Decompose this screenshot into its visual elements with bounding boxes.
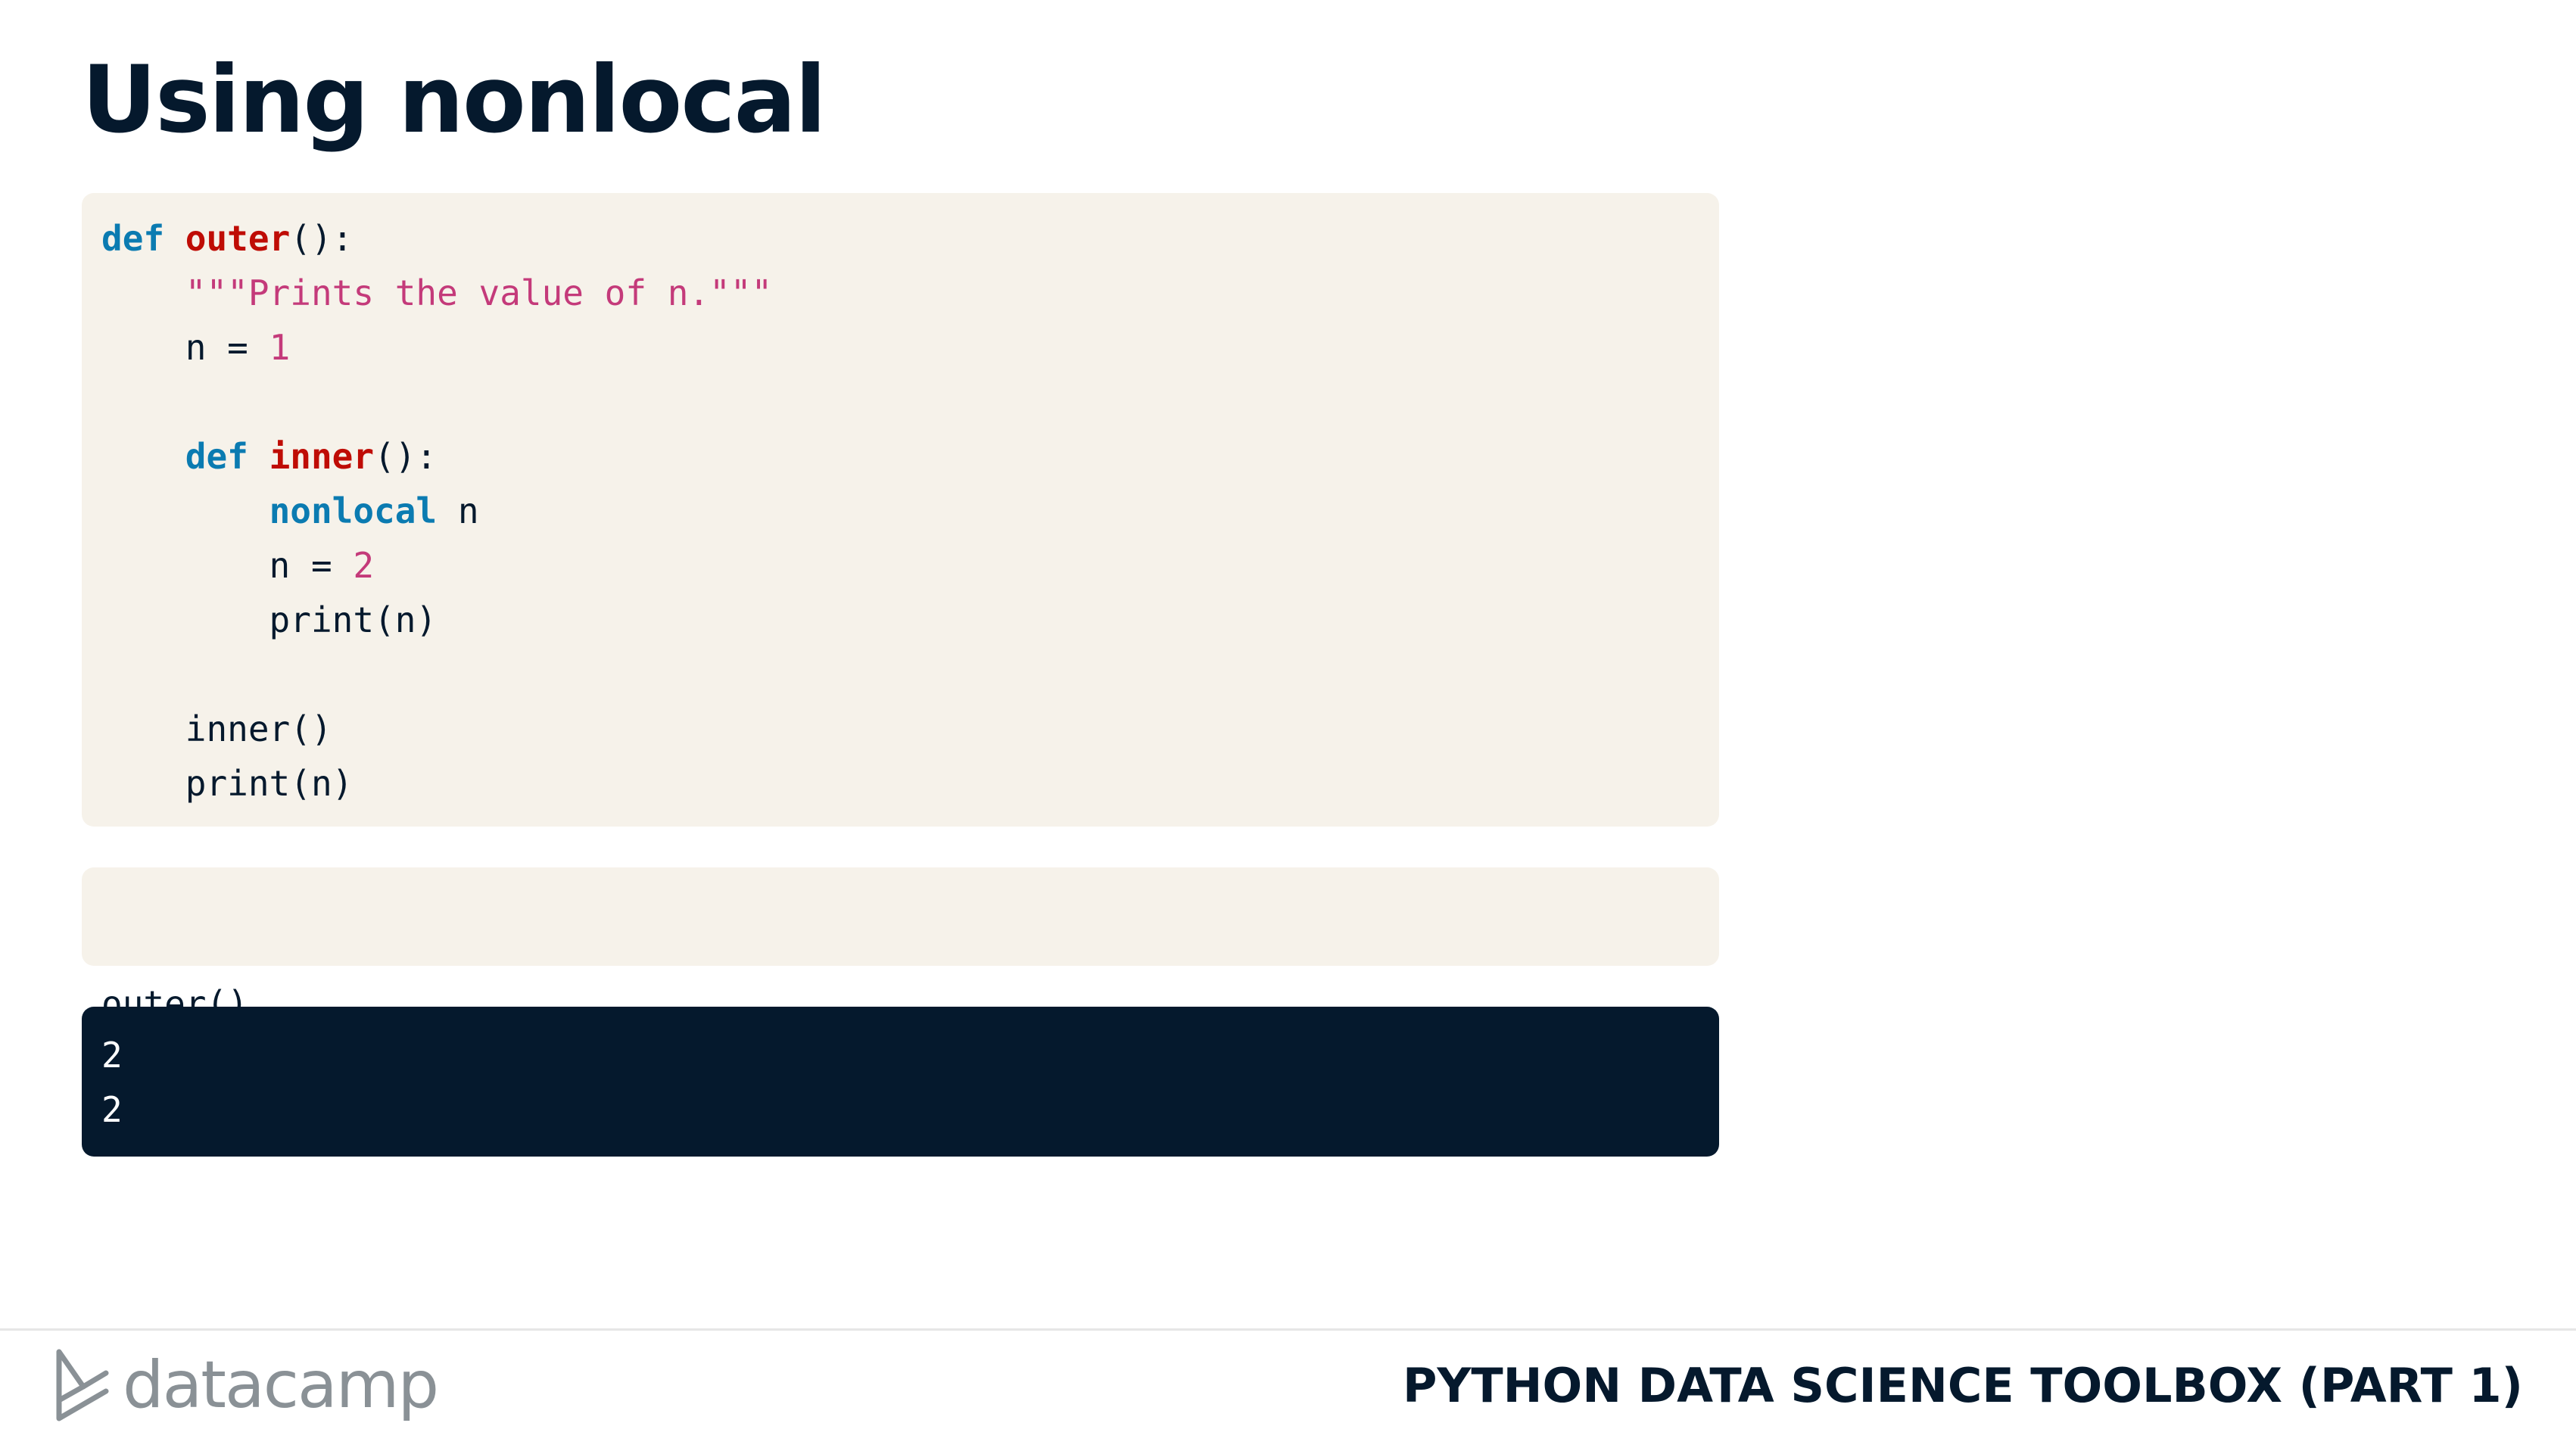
output-line: 2 xyxy=(101,1089,123,1130)
code-line: n = 2 xyxy=(101,538,1699,593)
code-token: inner() xyxy=(101,708,332,749)
datacamp-logo: datacamp xyxy=(53,1347,439,1423)
code-token: n = xyxy=(101,327,269,368)
code-line: print(n) xyxy=(101,756,1699,811)
output-cell: 22 xyxy=(82,1007,1719,1157)
code-token: (): xyxy=(290,218,354,259)
code-token: print(n) xyxy=(101,763,354,804)
code-token: print(n) xyxy=(101,599,438,640)
code-line: print(n) xyxy=(101,593,1699,647)
code-cell-call: outer() xyxy=(82,867,1719,1024)
brand-name: datacamp xyxy=(123,1347,439,1423)
datacamp-logo-icon xyxy=(56,1349,109,1421)
code-token: outer xyxy=(185,218,291,259)
output-line: 2 xyxy=(101,1035,123,1076)
code-token: n xyxy=(437,490,479,531)
code-token: nonlocal xyxy=(269,490,438,531)
code-token: (): xyxy=(374,436,438,477)
code-line: inner() xyxy=(101,702,1699,756)
code-line: def inner(): xyxy=(101,429,1699,484)
code-line: """Prints the value of n.""" xyxy=(101,266,1699,320)
code-cell-definition: def outer(): """Prints the value of n.""… xyxy=(82,193,1719,827)
code-token: inner xyxy=(269,436,375,477)
course-title: PYTHON DATA SCIENCE TOOLBOX (PART 1) xyxy=(1402,1358,2523,1413)
slide-title: Using nonlocal xyxy=(82,46,827,154)
code-token: n = xyxy=(101,545,354,586)
code-line: def outer(): xyxy=(101,211,1699,266)
code-line: nonlocal n xyxy=(101,484,1699,538)
code-token: """Prints the value of n.""" xyxy=(185,272,773,313)
code-token: def xyxy=(185,436,248,477)
code-token: 1 xyxy=(269,327,291,368)
footer-divider xyxy=(0,1328,2576,1331)
code-line: n = 1 xyxy=(101,320,1699,375)
code-token: def xyxy=(101,218,165,259)
code-token: 2 xyxy=(353,545,375,586)
